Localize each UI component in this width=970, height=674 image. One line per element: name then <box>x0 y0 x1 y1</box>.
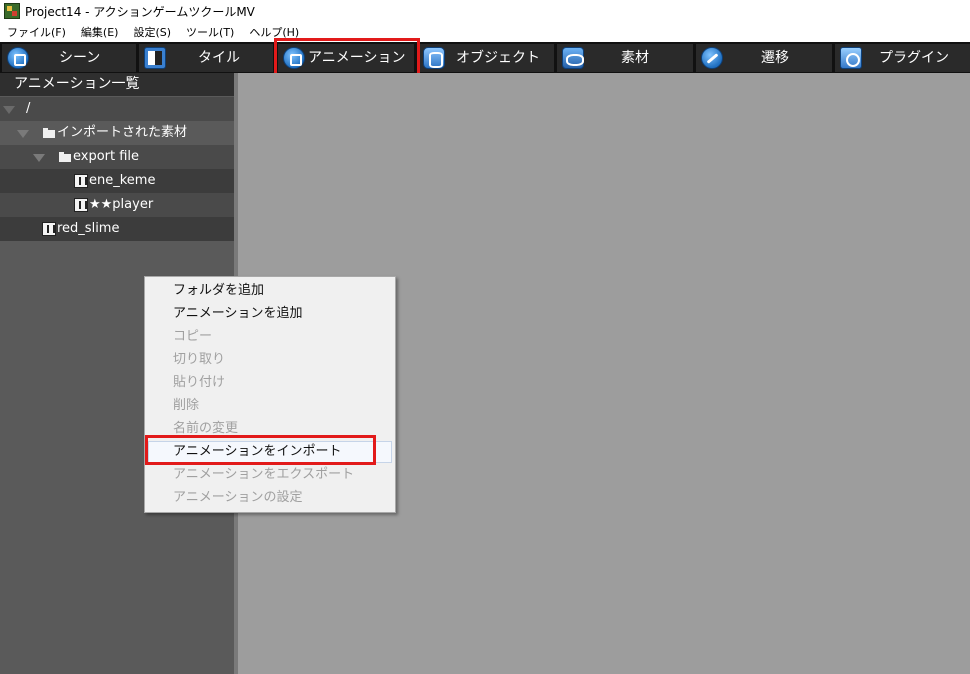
material-icon <box>562 47 584 69</box>
tree-item-player[interactable]: ★★player <box>0 193 234 217</box>
tab-animation[interactable]: アニメーション <box>278 44 414 72</box>
menu-item-export-animation: アニメーションをエクスポート <box>173 467 355 482</box>
tree-item-label: ★★player <box>89 197 154 212</box>
menu-item-import-animation[interactable]: アニメーションをインポート <box>173 440 341 463</box>
tree-item-export-folder[interactable]: export file <box>0 145 234 169</box>
folder-icon <box>59 152 71 162</box>
tab-transition[interactable]: 遷移 <box>696 44 832 72</box>
menu-edit[interactable]: 編集(E) <box>74 24 127 40</box>
tab-tile[interactable]: タイル <box>139 44 273 72</box>
menu-item-add-folder[interactable]: フォルダを追加 <box>173 279 264 302</box>
animation-file-icon <box>74 174 88 188</box>
tab-transition-label: 遷移 <box>761 50 789 66</box>
title-bar: Project14 - アクションゲームツクールMV <box>0 0 970 22</box>
menu-item-animation-settings: アニメーションの設定 <box>173 490 303 505</box>
tree-item-root[interactable]: / <box>0 97 234 121</box>
menu-bar: ファイル(F) 編集(E) 設定(S) ツール(T) ヘルプ(H) <box>0 22 970 42</box>
plugin-icon <box>840 47 862 69</box>
menu-file[interactable]: ファイル(F) <box>0 24 74 40</box>
expand-triangle-icon[interactable] <box>17 130 29 138</box>
tree-item-label: インポートされた素材 <box>57 125 188 140</box>
tree-item-imported-folder[interactable]: インポートされた素材 <box>0 121 234 145</box>
tree-item-label: ene_keme <box>89 173 156 188</box>
tab-object-label: オブジェクト <box>456 50 540 66</box>
panel-header: アニメーション一覧 <box>0 73 236 96</box>
expand-triangle-icon[interactable] <box>33 154 45 162</box>
menu-help[interactable]: ヘルプ(H) <box>242 24 307 40</box>
object-icon <box>423 47 445 69</box>
tab-tile-label: タイル <box>198 50 240 66</box>
tab-animation-label: アニメーション <box>308 50 406 66</box>
tree-item-label: export file <box>73 149 140 164</box>
tab-scene-label: シーン <box>59 50 101 66</box>
menu-item-cut: 切り取り <box>173 352 226 367</box>
folder-icon <box>43 128 55 138</box>
transition-icon <box>701 47 723 69</box>
tab-material[interactable]: 素材 <box>557 44 693 72</box>
animation-icon <box>283 47 305 69</box>
animation-file-icon <box>74 198 88 212</box>
tile-icon <box>144 47 166 69</box>
menu-item-copy: コピー <box>173 329 213 344</box>
tab-object[interactable]: オブジェクト <box>418 44 554 72</box>
animation-file-icon <box>42 222 56 236</box>
toolbar: シーン タイル アニメーション オブジェクト 素材 遷移 プラグイン <box>0 42 970 73</box>
tree-item-label: / <box>26 101 31 116</box>
menu-item-add-animation[interactable]: アニメーションを追加 <box>173 302 302 325</box>
menu-settings[interactable]: 設定(S) <box>126 24 179 40</box>
tree-item-ene-keme[interactable]: ene_keme <box>0 169 234 193</box>
tab-material-label: 素材 <box>621 50 649 66</box>
tree-item-red-slime[interactable]: red_slime <box>0 217 234 241</box>
window-title: Project14 - アクションゲームツクールMV <box>25 4 255 19</box>
tree-item-label: red_slime <box>57 221 120 236</box>
menu-item-delete: 削除 <box>173 398 200 413</box>
menu-tools[interactable]: ツール(T) <box>179 24 242 40</box>
app-icon <box>4 3 20 19</box>
tab-scene[interactable]: シーン <box>2 44 136 72</box>
menu-item-rename: 名前の変更 <box>173 421 239 436</box>
menu-item-paste: 貼り付け <box>173 375 226 390</box>
expand-triangle-icon[interactable] <box>3 106 15 114</box>
tab-plugin[interactable]: プラグイン <box>835 44 970 72</box>
context-menu: フォルダを追加 アニメーションを追加 コピー 切り取り 貼り付け 削除 名前の変… <box>144 276 396 513</box>
tab-plugin-label: プラグイン <box>879 50 949 66</box>
scene-icon <box>7 47 29 69</box>
